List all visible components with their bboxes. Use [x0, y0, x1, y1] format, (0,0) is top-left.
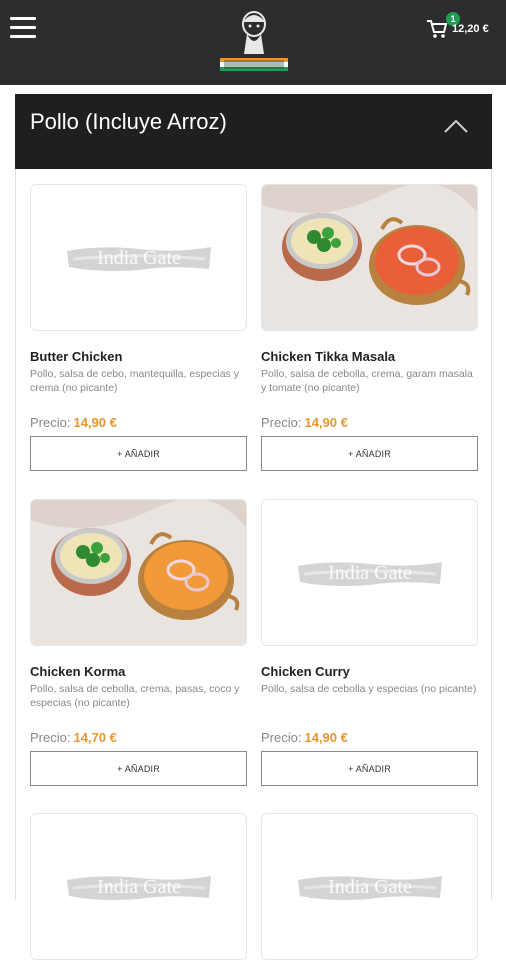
- price-amount: 14,70 €: [73, 730, 117, 745]
- placeholder-logo-text: India Gate: [97, 876, 181, 898]
- product-price: Precio: 14,90 €: [261, 730, 478, 745]
- category-title: Pollo (Incluye Arroz): [30, 109, 227, 134]
- cart-total: 12,20 €: [452, 23, 489, 35]
- price-amount: 14,90 €: [304, 415, 348, 430]
- product-description: Pollo, salsa de cebolla, crema, garam ma…: [261, 368, 473, 394]
- price-label: Precio:: [30, 730, 71, 745]
- product-name: Chicken Korma: [30, 664, 126, 679]
- product-image[interactable]: India Gate: [30, 184, 247, 331]
- placeholder-logo-text: India Gate: [97, 247, 181, 269]
- add-to-cart-button[interactable]: + AÑADIR: [261, 751, 478, 786]
- restaurant-logo[interactable]: [216, 8, 292, 74]
- add-to-cart-button[interactable]: + AÑADIR: [261, 436, 478, 471]
- price-label: Precio:: [261, 415, 302, 430]
- product-card[interactable]: Chicken Korma Pollo, salsa de cebolla, cr…: [30, 499, 247, 786]
- product-image[interactable]: India Gate: [261, 813, 478, 960]
- product-description: Pollo, salsa de cebolla, crema, pasas, c…: [30, 683, 240, 709]
- india-gate-placeholder-logo: India Gate: [298, 562, 442, 586]
- product-name: Chicken Curry: [261, 664, 350, 679]
- product-name: Chicken Tikka Masala: [261, 349, 396, 364]
- india-gate-placeholder-logo: India Gate: [67, 247, 211, 271]
- price-amount: 14,90 €: [73, 415, 117, 430]
- placeholder-logo-text: India Gate: [328, 562, 412, 584]
- add-to-cart-button[interactable]: + AÑADIR: [30, 751, 247, 786]
- product-card[interactable]: India Gate Chicken Curry Pollo, salsa de c…: [261, 499, 478, 786]
- product-card[interactable]: India Gate: [30, 813, 247, 960]
- price-label: Precio:: [30, 415, 71, 430]
- product-price: Precio: 14,70 €: [30, 730, 247, 745]
- add-to-cart-button[interactable]: + AÑADIR: [30, 436, 247, 471]
- product-card[interactable]: Chicken Tikka Masala Pollo, salsa de cebo…: [261, 184, 478, 471]
- product-price: Precio: 14,90 €: [261, 415, 478, 430]
- product-price: Precio: 14,90 €: [30, 415, 247, 430]
- price-label: Precio:: [261, 730, 302, 745]
- menu-icon[interactable]: [10, 17, 36, 39]
- top-bar: 1 12,20 €: [0, 0, 506, 85]
- product-description: Pollo, salsa de cebo, mantequilla, espec…: [30, 368, 239, 394]
- category-header-pollo[interactable]: Pollo (Incluye Arroz): [15, 94, 492, 169]
- cart-button[interactable]: 1 12,20 €: [426, 12, 502, 46]
- product-card[interactable]: India Gate Butter Chicken Pollo, salsa de …: [30, 184, 247, 471]
- product-description: Pollo, salsa de cebolla y especias (no p…: [261, 683, 477, 695]
- cart-icon: [427, 20, 448, 38]
- india-gate-placeholder-logo: India Gate: [298, 876, 442, 900]
- chevron-up-icon[interactable]: [443, 118, 469, 134]
- product-image[interactable]: [261, 184, 478, 331]
- product-image[interactable]: [30, 499, 247, 646]
- placeholder-logo-text: India Gate: [328, 876, 412, 898]
- product-image[interactable]: India Gate: [30, 813, 247, 960]
- product-image[interactable]: India Gate: [261, 499, 478, 646]
- india-gate-placeholder-logo: India Gate: [67, 876, 211, 900]
- price-amount: 14,90 €: [304, 730, 348, 745]
- product-card[interactable]: India Gate: [261, 813, 478, 960]
- product-name: Butter Chicken: [30, 349, 123, 364]
- dish-photo: [31, 500, 246, 645]
- dish-photo: [262, 185, 477, 330]
